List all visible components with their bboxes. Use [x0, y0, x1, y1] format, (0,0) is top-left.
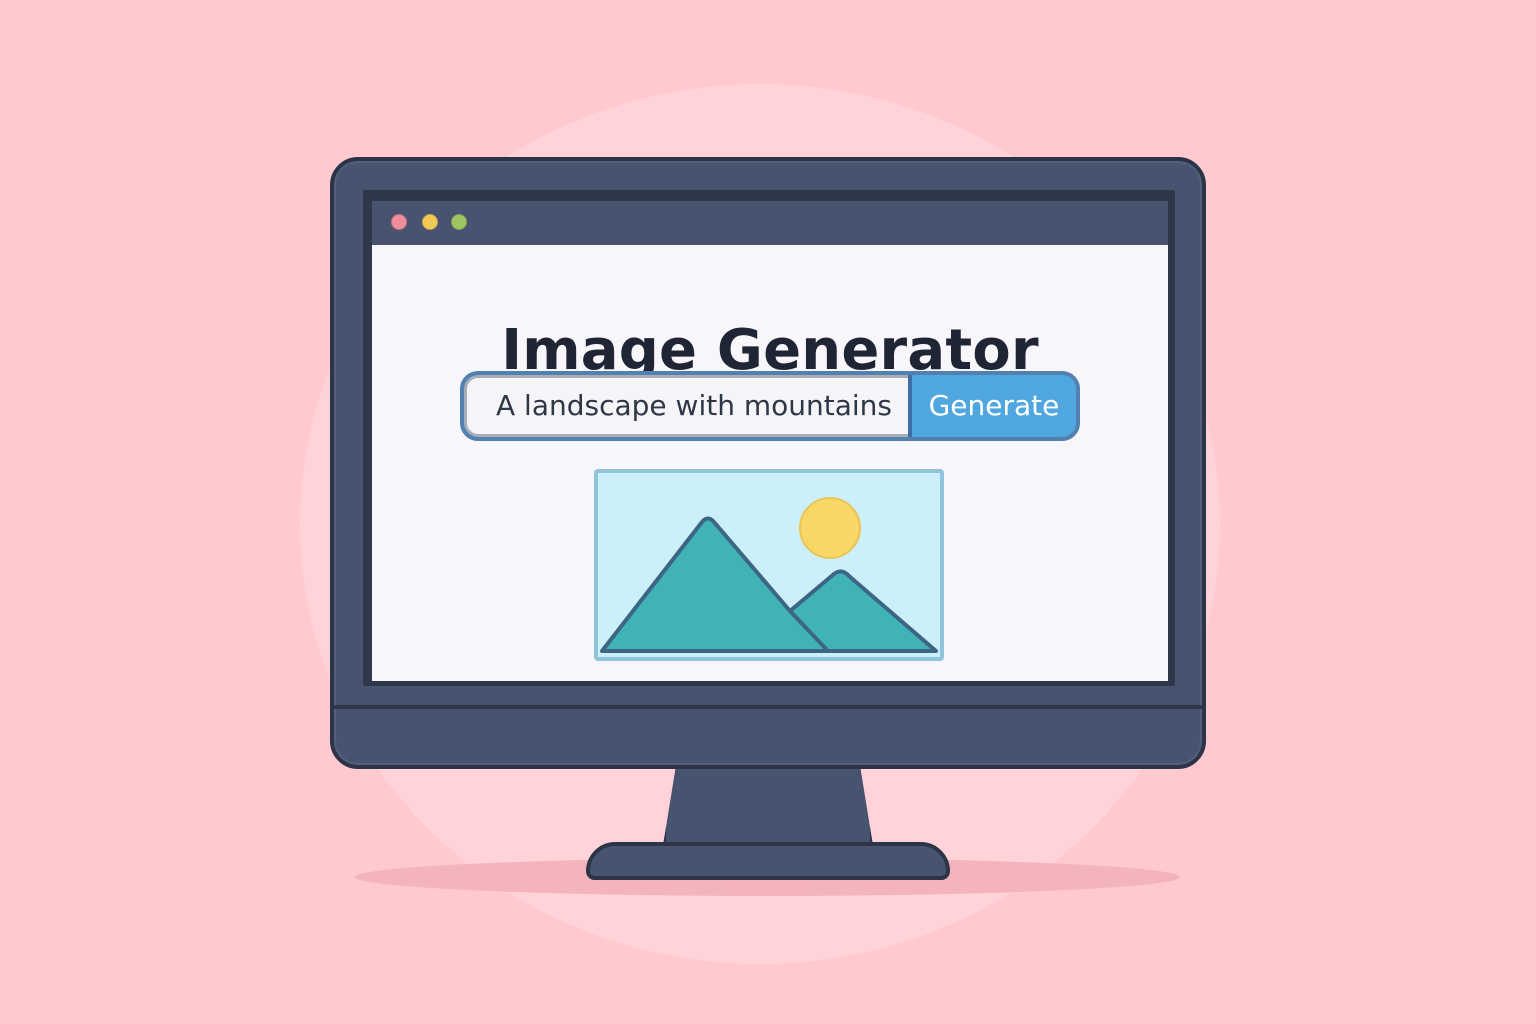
monitor-stand-neck	[662, 760, 874, 852]
landscape-image-icon	[598, 473, 940, 657]
prompt-form: A landscape with mountains Generate	[460, 371, 1080, 441]
prompt-input[interactable]: A landscape with mountains	[464, 375, 908, 437]
monitor-chin-divider	[334, 705, 1202, 709]
generated-image-preview	[594, 469, 944, 661]
monitor-stand-base	[586, 842, 950, 880]
minimize-window-icon[interactable]	[422, 214, 438, 230]
desktop-monitor: Image Generator A landscape with mountai…	[330, 157, 1206, 769]
generate-button[interactable]: Generate	[908, 375, 1076, 437]
illustration-scene: Image Generator A landscape with mountai…	[0, 0, 1536, 1024]
sun-icon	[799, 497, 861, 559]
maximize-window-icon[interactable]	[451, 214, 467, 230]
close-window-icon[interactable]	[391, 214, 407, 230]
app-content: Image Generator A landscape with mountai…	[372, 245, 1168, 681]
browser-title-bar	[372, 201, 1168, 245]
